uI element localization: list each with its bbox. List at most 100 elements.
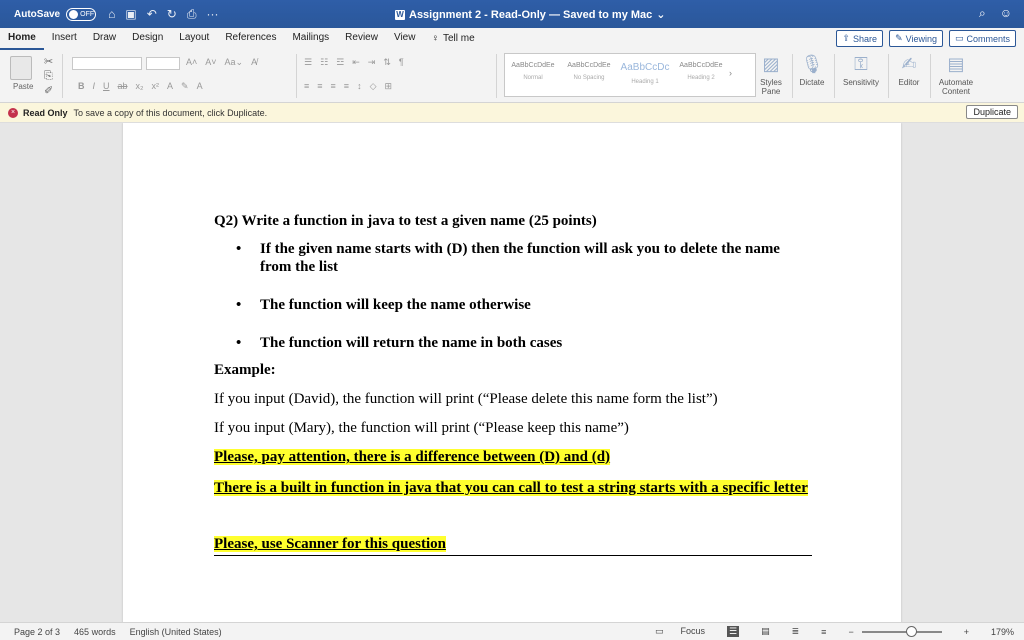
- paste-label: Paste: [13, 82, 34, 91]
- search-icon[interactable]: ⌕: [979, 6, 986, 21]
- highlighted-note: Please, pay attention, there is a differ…: [214, 449, 611, 465]
- styles-gallery: AaBbCcDdEe Normal AaBbCcDdEe No Spacing Aa…: [504, 53, 756, 97]
- tab-design[interactable]: Design: [124, 28, 171, 50]
- sort-icon[interactable]: ⇅: [383, 57, 391, 68]
- tab-mailings[interactable]: Mailings: [284, 28, 337, 50]
- language-status[interactable]: English (United States): [130, 627, 222, 637]
- print-layout-icon[interactable]: ☰: [727, 626, 740, 637]
- word-count[interactable]: 465 words: [74, 627, 116, 637]
- web-layout-icon[interactable]: ▤: [761, 626, 770, 637]
- pilcrow-icon[interactable]: ¶: [399, 57, 404, 68]
- read-only-bar: × Read Only To save a copy of this docum…: [0, 103, 1024, 123]
- tab-insert[interactable]: Insert: [44, 28, 85, 50]
- share-icon: ⇪: [842, 33, 851, 43]
- comments-button[interactable]: ▭ Comments: [948, 30, 1016, 47]
- style-heading-1[interactable]: AaBbCcDc Heading 1: [617, 54, 673, 96]
- dictate-button[interactable]: 🎙 Dictate: [796, 54, 828, 87]
- tell-me[interactable]: ♀ Tell me: [423, 28, 482, 50]
- automate-content-button[interactable]: ▤ Automate Content: [934, 54, 978, 96]
- highlighted-note: There is a built in function in java tha…: [214, 480, 808, 496]
- document-page[interactable]: Q2) Write a function in java to test a g…: [123, 123, 901, 622]
- align-center-icon[interactable]: ≡: [317, 81, 322, 92]
- bullet-item: The function will return the name in bot…: [214, 334, 814, 352]
- autosave-label: AutoSave: [14, 8, 61, 20]
- zoom-slider[interactable]: [861, 625, 942, 637]
- outline-icon[interactable]: ≣: [792, 626, 800, 637]
- decrease-indent-icon[interactable]: ⇤: [352, 57, 360, 68]
- underline-icon[interactable]: U: [103, 81, 110, 92]
- close-icon: ×: [8, 107, 18, 118]
- sensitivity-button[interactable]: ⚿ Sensitivity: [840, 54, 882, 87]
- align-left-icon[interactable]: ≡: [304, 81, 309, 92]
- font-name-field[interactable]: [72, 57, 142, 70]
- justify-icon[interactable]: ≡: [344, 81, 349, 92]
- shading-icon[interactable]: ◇: [370, 81, 377, 92]
- save-icon[interactable]: ▣: [125, 7, 136, 22]
- subscript-icon[interactable]: x₂: [136, 81, 144, 92]
- text-effects-icon[interactable]: A: [167, 81, 173, 92]
- zoom-level[interactable]: 179%: [991, 627, 1014, 637]
- tab-references[interactable]: References: [217, 28, 284, 50]
- line-spacing-icon[interactable]: ↕: [357, 81, 362, 92]
- superscript-icon[interactable]: x²: [152, 81, 160, 92]
- bold-icon[interactable]: B: [78, 81, 85, 92]
- bullets-icon[interactable]: ☰: [304, 57, 312, 68]
- more-icon[interactable]: ···: [206, 7, 218, 22]
- strikethrough-icon[interactable]: ab: [118, 81, 128, 92]
- share-button[interactable]: ⇪ Share: [836, 30, 884, 47]
- font-color-icon[interactable]: A: [197, 81, 203, 92]
- print-icon[interactable]: ⎙: [187, 7, 197, 22]
- editor-button[interactable]: ✍ Editor: [894, 54, 924, 87]
- autosave-toggle[interactable]: OFF: [66, 7, 97, 21]
- page-count[interactable]: Page 2 of 3: [14, 627, 60, 637]
- read-only-label: Read Only: [23, 107, 68, 118]
- copy-icon[interactable]: ⎘: [44, 70, 53, 83]
- tab-view[interactable]: View: [386, 28, 424, 50]
- style-normal[interactable]: AaBbCcDdEe Normal: [505, 54, 561, 96]
- viewing-button[interactable]: ✎ Viewing: [889, 30, 943, 47]
- multilevel-icon[interactable]: ☲: [336, 57, 344, 68]
- document-title[interactable]: Assignment 2 - Read-Only — Saved to my M…: [409, 9, 652, 21]
- home-icon[interactable]: ⌂: [108, 7, 115, 22]
- paste-icon[interactable]: [10, 56, 32, 80]
- ribbon: Paste ✂ ⎘ ✐ A˄ A˅ Aa⌄ A̸ B I Uab x₂ x² A ✎ A ☰ ☷ ☲ ⇤ ⇥…: [0, 50, 1024, 103]
- zoom-out-icon[interactable]: −: [848, 627, 853, 637]
- tab-draw[interactable]: Draw: [85, 28, 124, 50]
- grow-font-icon[interactable]: A˄: [186, 57, 197, 68]
- change-case-icon[interactable]: Aa⌄: [225, 57, 244, 68]
- zoom-in-icon[interactable]: +: [964, 627, 969, 637]
- gallery-next-icon[interactable]: ›: [729, 54, 747, 96]
- editor-icon: ✍: [901, 54, 917, 74]
- shrink-font-icon[interactable]: A˅: [205, 57, 216, 68]
- example-line: If you input (David), the function will …: [214, 391, 718, 407]
- account-icon[interactable]: ☺: [1000, 6, 1012, 21]
- clear-format-icon[interactable]: A̸: [251, 57, 257, 68]
- style-heading-2[interactable]: AaBbCcDdEe Heading 2: [673, 54, 729, 96]
- title-bar: AutoSave OFF ⌂ ▣ ↶ ↻ ⎙ ··· W Assignment …: [0, 0, 1024, 28]
- status-bar: Page 2 of 3 465 words English (United St…: [0, 622, 1024, 640]
- focus-button[interactable]: ▭ Focus: [641, 626, 705, 637]
- format-painter-icon[interactable]: ✐: [44, 84, 53, 97]
- tab-home[interactable]: Home: [0, 28, 44, 50]
- sensitivity-icon: ⚿: [854, 54, 868, 74]
- numbering-icon[interactable]: ☷: [320, 57, 328, 68]
- increase-indent-icon[interactable]: ⇥: [368, 57, 376, 68]
- italic-icon[interactable]: I: [93, 81, 96, 92]
- document-body[interactable]: Q2) Write a function in java to test a g…: [214, 213, 814, 556]
- cut-icon[interactable]: ✂: [44, 55, 53, 68]
- example-label: Example:: [214, 362, 276, 378]
- duplicate-button[interactable]: Duplicate: [966, 105, 1018, 119]
- style-no-spacing[interactable]: AaBbCcDdEe No Spacing: [561, 54, 617, 96]
- highlight-icon[interactable]: ✎: [181, 81, 189, 92]
- tab-layout[interactable]: Layout: [171, 28, 217, 50]
- font-size-field[interactable]: [146, 57, 180, 70]
- example-line: If you input (Mary), the function will p…: [214, 420, 629, 436]
- undo-icon[interactable]: ↶: [147, 7, 157, 22]
- chevron-down-icon[interactable]: ⌄: [656, 8, 665, 21]
- align-right-icon[interactable]: ≡: [331, 81, 336, 92]
- redo-icon[interactable]: ↻: [167, 7, 177, 22]
- draft-icon[interactable]: ≡: [821, 627, 826, 637]
- styles-pane-button[interactable]: ▨ Styles Pane: [756, 54, 786, 96]
- borders-icon[interactable]: ⊞: [384, 81, 392, 92]
- tab-review[interactable]: Review: [337, 28, 386, 50]
